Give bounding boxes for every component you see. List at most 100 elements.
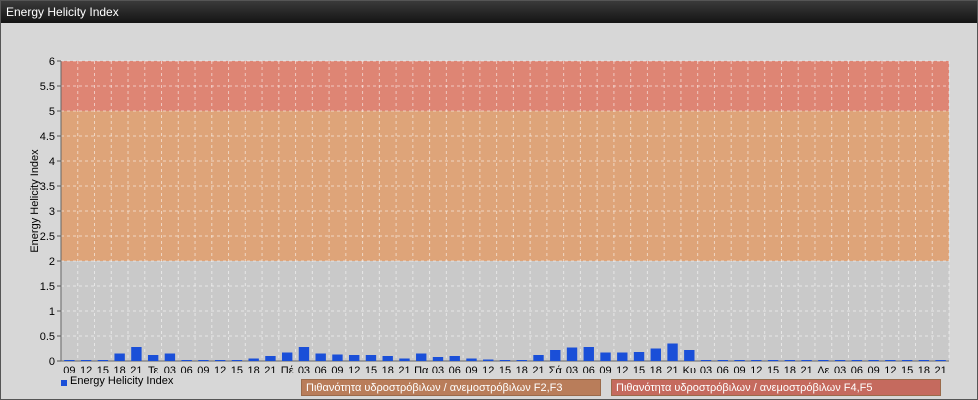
y-tick-label: 5.5 [40,81,55,93]
bar [684,350,695,361]
x-tick-label: 12 [482,365,494,373]
bar [382,356,393,361]
x-tick-label: Τε [148,365,159,373]
x-tick-label: 09 [465,365,477,373]
x-tick-label: 06 [583,365,595,373]
x-tick-label: 12 [214,365,226,373]
bar [97,360,109,361]
bar [566,347,578,361]
x-tick-label: 15 [97,365,109,373]
bar [181,360,192,361]
bar [600,352,611,361]
y-tick-label: 0.5 [40,331,55,343]
y-tick-label: 2.5 [40,231,55,243]
x-tick-label: 18 [918,365,930,373]
x-tick-label: 06 [181,365,193,373]
x-tick-label: 18 [114,365,126,373]
x-tick-label: 15 [499,365,511,373]
bar [851,360,863,361]
bar [399,358,410,361]
y-tick-label: 6 [49,56,55,68]
band-label-f4f5: Πιθανότητα υδροστρόβιλων / ανεμοστρόβιλω… [611,379,941,396]
bar [633,352,645,361]
x-tick-label: 06 [449,365,461,373]
x-tick-label: 03 [566,365,578,373]
bar [449,356,460,361]
x-tick-label: 12 [348,365,360,373]
bar [516,360,527,361]
x-tick-label: 03 [700,365,712,373]
x-tick-label: 03 [298,365,310,373]
x-tick-label: Δε [817,365,829,373]
x-tick-label: 09 [331,365,343,373]
legend-label: Energy Helicity Index [70,375,174,387]
bar [801,360,812,361]
bar [198,360,209,361]
bar [466,358,477,361]
x-tick-label: 09 [599,365,611,373]
x-tick-label: 09 [63,365,75,373]
bar [918,360,930,361]
bar [64,360,75,361]
bar [885,360,896,361]
x-tick-label: 03 [834,365,846,373]
x-tick-label: 21 [264,365,276,373]
x-tick-label: 03 [432,365,444,373]
chart-window: Energy Helicity Index 0 0.5 1 1.5 2 2.5 3 3.5 4 4… [0,0,978,400]
bar [416,353,427,361]
bar [901,360,913,361]
bar [834,360,846,361]
bar [365,355,377,361]
x-tick-label: 15 [365,365,377,373]
bar [281,352,293,361]
y-tick-label: 5 [49,106,55,118]
bar [751,360,762,361]
bar [164,353,176,361]
window-title: Energy Helicity Index [1,1,977,23]
x-tick-label: 21 [398,365,410,373]
bar [650,348,661,361]
y-tick-label: 0 [49,356,55,368]
x-tick-label: 09 [197,365,209,373]
bar [131,347,142,361]
y-tick-label: 3.5 [40,181,55,193]
x-tick-label: 15 [901,365,913,373]
bar [717,360,729,361]
bar [214,360,226,361]
x-tick-label: 09 [867,365,879,373]
x-tick-label: Σά [549,365,563,373]
x-tick-label: 03 [164,365,176,373]
x-tick-label: 18 [516,365,528,373]
x-tick-label: 18 [784,365,796,373]
bar [248,358,259,361]
y-tick-label: 4.5 [40,131,55,143]
x-tick-label: 12 [884,365,896,373]
y-tick-label: 4 [49,156,55,168]
y-tick-label: 1.5 [40,281,55,293]
chart-svg: 0 0.5 1 1.5 2 2.5 3 3.5 4 4.5 5 5.5 6 09 12 15 18 21 Τε 03 0… [29,56,950,373]
x-tick-label: 21 [130,365,142,373]
bar [432,357,444,361]
legend-marker-icon [61,380,67,386]
bar [499,360,511,361]
bar [349,355,360,361]
bar [935,360,946,361]
bar [818,360,829,361]
x-tick-label: 12 [750,365,762,373]
bar [784,360,796,361]
x-tick-label: 12 [80,365,92,373]
x-tick-label: 21 [666,365,678,373]
bar [533,355,544,361]
x-tick-label: Πα [414,365,429,373]
bar [114,353,125,361]
band-label-f2f3: Πιθανότητα υδροστρόβιλων / ανεμοστρόβιλω… [301,379,601,396]
bar [332,354,343,361]
y-axis-label: Energy Helicity Index [29,149,41,253]
bar [315,353,326,361]
x-tick-label: 06 [717,365,729,373]
y-tick-label: 3 [49,206,55,218]
bar [667,343,678,361]
x-tick-label: 15 [231,365,243,373]
x-tick-label: 21 [934,365,946,373]
bar [80,360,92,361]
